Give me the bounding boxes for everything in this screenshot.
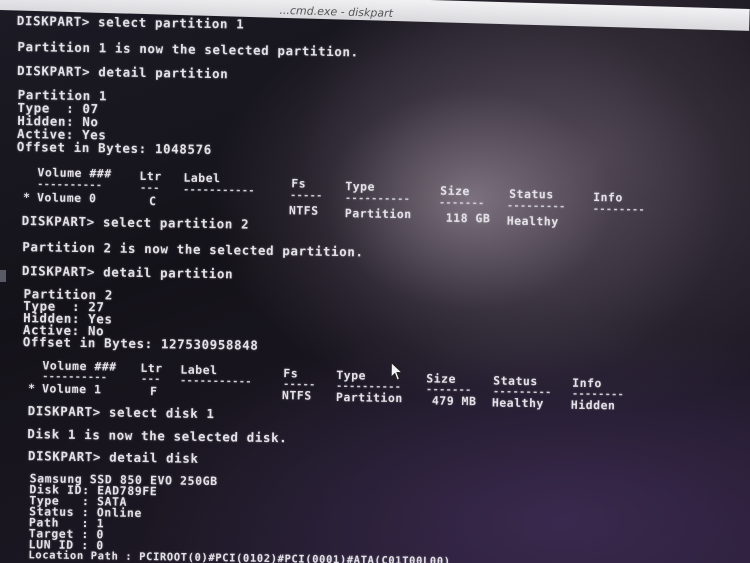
col-header-size: Size — [440, 183, 471, 199]
cell-type: Partition — [335, 390, 403, 406]
header-rule: ------- — [438, 197, 485, 210]
console-line: DISKPART> select disk 1 — [27, 403, 215, 422]
console-line: DISKPART> detail partition — [16, 62, 229, 82]
col-header-label: Label — [183, 170, 221, 186]
scroll-indicator — [0, 270, 6, 282]
cell-ltr: C — [148, 194, 157, 209]
cell-fs: NTFS — [281, 388, 312, 403]
console-line: Partition 2 is now the selected partitio… — [22, 239, 364, 260]
header-rule: --- — [140, 182, 160, 195]
console-line: DISKPART> detail disk — [27, 448, 199, 466]
cell-volume: Volume 1 — [41, 381, 102, 397]
console-line: DISKPART> detail partition — [21, 263, 234, 282]
col-header-ltr: Ltr — [139, 168, 162, 184]
col-header-status: Status — [509, 186, 554, 202]
console-line: DISKPART> select partition 1 — [16, 12, 245, 32]
console-output[interactable]: DISKPART> select partition 1 Partition 1… — [0, 0, 750, 563]
cell-size: 118 GB — [445, 210, 491, 226]
header-rule: ----------- — [183, 184, 256, 197]
col-header-volume: Volume ### — [37, 165, 112, 181]
cell-ltr: F — [149, 384, 158, 399]
console-line: Offset in Bytes: 1048576 — [16, 138, 212, 158]
cell-status: Healthy — [491, 395, 544, 411]
console-line: DISKPART> select partition 2 — [21, 213, 250, 232]
cell-status: Healthy — [506, 213, 559, 229]
selected-marker: * — [22, 190, 31, 205]
header-rule: -------- — [592, 204, 646, 216]
cell-info: Hidden — [570, 397, 616, 413]
console-line: Offset in Bytes: 127530958848 — [22, 334, 259, 353]
cell-type: Partition — [344, 206, 412, 222]
console-screen: ...cmd.exe - diskpart DISKPART> select p… — [0, 0, 750, 563]
mouse-cursor-icon — [390, 361, 403, 381]
console-line: Location Path : PCIROOT(0)#PCI(0102)#PCI… — [28, 549, 451, 563]
header-rule: ----------- — [180, 375, 253, 388]
header-rule: --------- — [506, 200, 566, 213]
header-rule: ---------- — [344, 193, 411, 206]
cell-volume: Volume 0 — [36, 190, 97, 206]
cell-fs: NTFS — [288, 203, 319, 218]
col-header-type: Type — [345, 179, 376, 194]
header-rule: ----- — [290, 190, 323, 202]
selected-marker: * — [27, 381, 36, 396]
console-line: Partition 1 is now the selected partitio… — [17, 38, 359, 60]
cell-size: 479 MB — [431, 393, 477, 409]
col-header-fs: Fs — [291, 176, 307, 191]
console-line: Disk 1 is now the selected disk. — [27, 426, 288, 446]
col-header-info: Info — [593, 190, 623, 205]
